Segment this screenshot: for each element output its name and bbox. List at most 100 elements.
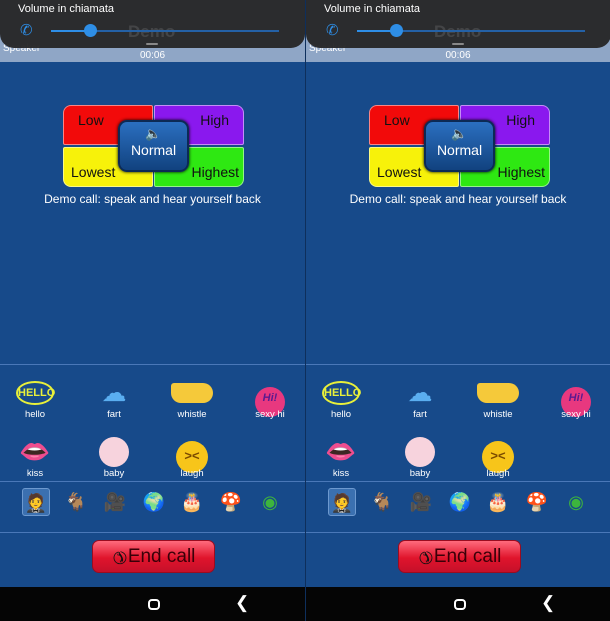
baby-icon: [84, 436, 144, 468]
end-call-button[interactable]: ✆ End call: [92, 540, 215, 573]
volume-slider[interactable]: [51, 24, 279, 37]
volume-normal-button[interactable]: 🔈 Normal: [424, 120, 495, 172]
back-icon[interactable]: ❮: [541, 593, 555, 613]
lips-icon: 👄: [325, 438, 357, 466]
panel-drag-handle[interactable]: [452, 43, 464, 45]
green-whistle-icon[interactable]: ◉: [562, 488, 590, 516]
sound-whistle[interactable]: whistle: [162, 377, 222, 420]
laugh-emoji-icon: ><: [162, 436, 222, 473]
sound-whistle[interactable]: whistle: [468, 377, 528, 420]
home-icon[interactable]: [454, 599, 466, 610]
sound-label: baby: [409, 468, 431, 479]
sound-label: kiss: [332, 468, 350, 479]
sound-baby[interactable]: baby: [84, 436, 144, 479]
baby-icon: [390, 436, 450, 468]
camera-icon[interactable]: 🎥: [101, 488, 129, 516]
call-timer: 00:06: [445, 50, 471, 61]
green-whistle-icon[interactable]: ◉: [256, 488, 284, 516]
globe-icon[interactable]: 🌍: [140, 488, 168, 516]
call-screen: Speaker 00:06 Volume in chiamata Demo ✆ …: [0, 0, 305, 621]
sound-hello[interactable]: HELLO hello: [5, 377, 65, 420]
whistle-icon: [162, 377, 222, 409]
category-bar: 🤵 🐐 🎥 🌍 🎂 🍄 ◉: [306, 488, 610, 520]
volume-selector: Low High Lowest Highest 🔈 Normal: [369, 105, 550, 187]
sound-label: fart: [413, 409, 427, 420]
volume-slider-knob[interactable]: [389, 24, 403, 37]
laugh-emoji-icon: ><: [468, 436, 528, 473]
nav-bar: ❮: [306, 587, 610, 621]
end-call-label: End call: [433, 545, 502, 567]
nav-bar: ❮: [0, 587, 305, 621]
goat-icon[interactable]: 🐐: [62, 488, 90, 516]
category-bar: 🤵 🐐 🎥 🌍 🎂 🍄 ◉: [0, 488, 305, 520]
end-call-label: End call: [127, 545, 196, 567]
explosion-icon[interactable]: 🍄: [523, 488, 551, 516]
home-icon[interactable]: [148, 599, 160, 610]
hi-bubble-icon: Hi!: [240, 377, 300, 417]
volume-panel-title: Volume in chiamata: [18, 3, 114, 15]
sound-fart[interactable]: ☁ fart: [390, 377, 450, 420]
sound-laugh[interactable]: >< laugh: [162, 436, 222, 479]
person-icon[interactable]: 🤵: [328, 488, 356, 516]
sound-label: whistle: [483, 409, 513, 420]
volume-panel: Volume in chiamata Demo ✆: [306, 0, 610, 48]
sound-label: kiss: [26, 468, 44, 479]
call-timer: 00:06: [139, 50, 166, 61]
speaker-icon: 🔈: [145, 126, 162, 141]
lips-icon: 👄: [19, 438, 51, 466]
sound-label: whistle: [177, 409, 207, 420]
sound-label: sexy hi: [255, 409, 285, 420]
sound-label: baby: [103, 468, 125, 479]
whistle-icon: [468, 377, 528, 409]
cake-icon[interactable]: 🎂: [178, 488, 206, 516]
phone-icon: ✆: [326, 22, 339, 39]
sound-kiss[interactable]: 👄 kiss: [5, 436, 65, 479]
back-icon[interactable]: ❮: [235, 593, 249, 613]
divider: [0, 481, 305, 482]
fart-cloud-icon: ☁: [407, 379, 433, 407]
sound-sexy-hi[interactable]: Hi! sexy hi: [546, 377, 606, 420]
sound-label: laugh: [180, 468, 204, 479]
hello-bubble-icon: HELLO: [322, 381, 361, 405]
call-screen: Speaker 00:06 Volume in chiamata Demo ✆ …: [305, 0, 610, 621]
goat-icon[interactable]: 🐐: [368, 488, 396, 516]
volume-slider[interactable]: [357, 24, 585, 37]
volume-panel-title: Volume in chiamata: [324, 3, 420, 15]
cake-icon[interactable]: 🎂: [484, 488, 512, 516]
divider: [0, 532, 305, 533]
sound-sexy-hi[interactable]: Hi! sexy hi: [240, 377, 300, 420]
volume-normal-button[interactable]: 🔈 Normal: [118, 120, 189, 172]
divider: [0, 364, 305, 365]
volume-panel: Volume in chiamata Demo ✆: [0, 0, 305, 48]
sound-label: hello: [330, 409, 352, 420]
ghost-title: Demo: [434, 22, 481, 42]
fart-cloud-icon: ☁: [101, 379, 127, 407]
hello-bubble-icon: HELLO: [16, 381, 55, 405]
volume-normal-label: Normal: [130, 142, 177, 158]
sound-hello[interactable]: HELLO hello: [311, 377, 371, 420]
sound-label: hello: [24, 409, 46, 420]
volume-normal-label: Normal: [436, 142, 483, 158]
panel-drag-handle[interactable]: [146, 43, 158, 45]
end-call-button[interactable]: ✆ End call: [398, 540, 521, 573]
speaker-icon: 🔈: [451, 126, 468, 141]
divider: [306, 532, 610, 533]
globe-icon[interactable]: 🌍: [446, 488, 474, 516]
sound-baby[interactable]: baby: [390, 436, 450, 479]
demo-caption: Demo call: speak and hear yourself back: [349, 192, 567, 206]
person-icon[interactable]: 🤵: [22, 488, 50, 516]
phone-icon: ✆: [20, 22, 33, 39]
hi-bubble-icon: Hi!: [546, 377, 606, 417]
explosion-icon[interactable]: 🍄: [217, 488, 245, 516]
volume-slider-knob[interactable]: [83, 24, 97, 37]
ghost-title: Demo: [128, 22, 175, 42]
divider: [306, 364, 610, 365]
sound-label: fart: [107, 409, 121, 420]
sound-kiss[interactable]: 👄 kiss: [311, 436, 371, 479]
sound-label: sexy hi: [561, 409, 591, 420]
camera-icon[interactable]: 🎥: [407, 488, 435, 516]
sound-fart[interactable]: ☁ fart: [84, 377, 144, 420]
sound-laugh[interactable]: >< laugh: [468, 436, 528, 479]
demo-caption: Demo call: speak and hear yourself back: [44, 192, 261, 206]
volume-selector: Low High Lowest Highest 🔈 Normal: [63, 105, 244, 187]
